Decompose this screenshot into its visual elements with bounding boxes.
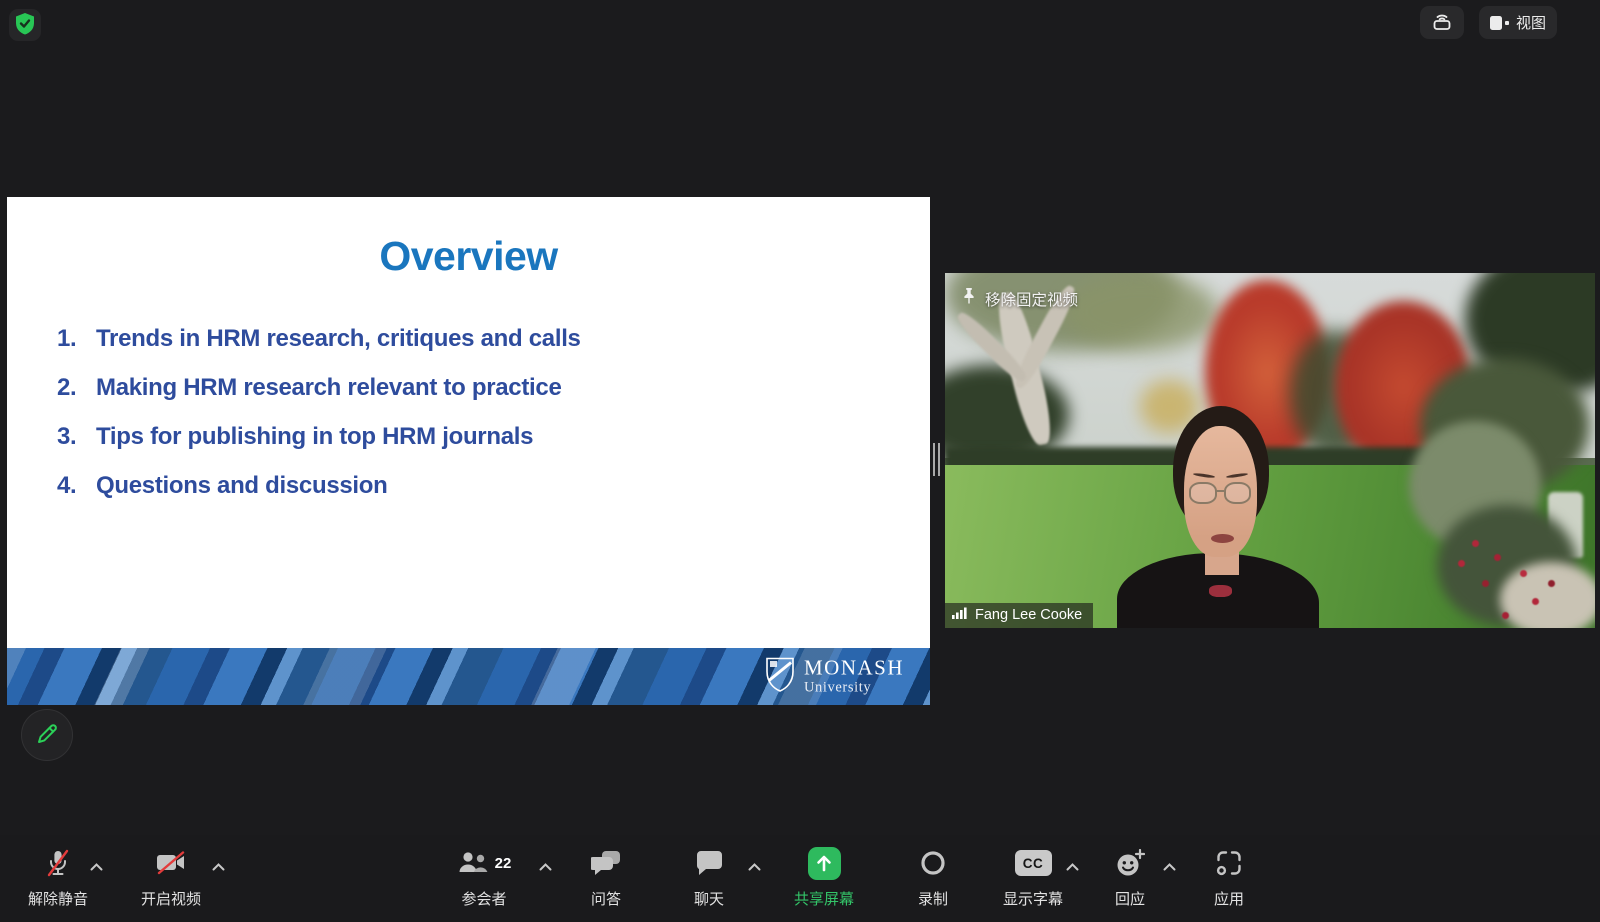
participants-label: 参会者 [461,888,506,909]
reactions-label: 回应 [1115,888,1145,909]
mute-options-chevron[interactable] [86,855,107,878]
start-video-label: 开启视频 [141,888,201,909]
reactions-icon [1115,847,1145,879]
unmute-button[interactable]: 解除静音 [18,835,98,922]
qa-button[interactable]: 问答 [567,835,645,922]
record-icon [919,847,947,879]
participants-icon [457,851,489,876]
share-screen-icon [808,847,841,880]
participant-name: Fang Lee Cooke [975,607,1082,623]
speaker-avatar [945,273,1595,628]
monash-logo-subtitle: University [804,681,904,696]
top-right-controls: 视图 [1420,6,1557,39]
slide-item: 3.Tips for publishing in top HRM journal… [7,412,930,461]
slide-item: 2.Making HRM research relevant to practi… [7,363,930,412]
signal-strength-icon [951,606,969,624]
captions-button[interactable]: CC 显示字幕 [988,835,1078,922]
share-screen-button[interactable]: 共享屏幕 [778,835,870,922]
monash-shield-icon [765,656,795,697]
monash-logo-title: MONASH [804,658,904,679]
panel-resize-handle[interactable] [933,443,943,476]
record-label: 录制 [918,888,948,909]
slide-footer-banner: MONASH University [7,648,930,705]
meeting-toolbar: 解除静音 开启视频 22 参会者 [0,835,1600,922]
captions-label: 显示字幕 [1003,888,1063,909]
chat-options-chevron[interactable] [744,855,765,878]
shield-check-icon [14,12,36,39]
annotate-button[interactable] [21,709,73,761]
cast-icon [1431,10,1453,36]
participant-name-tag: Fang Lee Cooke [945,603,1093,628]
microphone-muted-icon [45,847,71,879]
slide-title: Overview [7,233,930,280]
chat-button[interactable]: 聊天 [670,835,748,922]
cc-icon: CC [1015,850,1052,876]
pin-label-text: 移除固定视频 [985,288,1078,310]
participant-video-tile[interactable]: 移除固定视频 Fang Lee Cooke [945,273,1595,628]
slide-item: 1.Trends in HRM research, critiques and … [7,314,930,363]
reactions-button[interactable]: 回应 [1092,835,1168,922]
chat-label: 聊天 [694,888,724,909]
participants-count: 22 [495,855,512,872]
monash-logo: MONASH University [765,656,904,697]
unmute-label: 解除静音 [28,888,88,909]
apps-icon [1215,847,1243,879]
reactions-options-chevron[interactable] [1159,855,1180,878]
qa-label: 问答 [591,888,621,909]
shared-screen-slide: Overview 1.Trends in HRM research, criti… [7,197,930,705]
captions-options-chevron[interactable] [1062,855,1083,878]
view-button-label: 视图 [1516,12,1546,33]
chat-icon [696,847,723,879]
zoom-meeting-window: 视图 Overview 1.Trends in HRM research, cr… [0,0,1600,922]
share-screen-label: 共享屏幕 [794,888,854,909]
apps-label: 应用 [1214,888,1244,909]
video-feed-scene [945,273,1595,628]
pin-icon [961,287,977,310]
camera-off-icon [156,847,186,879]
slide-item: 4.Questions and discussion [7,461,930,510]
cast-button[interactable] [1420,6,1464,39]
unpin-video-button[interactable]: 移除固定视频 [961,287,1078,310]
qa-icon [591,847,621,879]
participants-options-chevron[interactable] [535,855,556,878]
pencil-icon [34,721,60,750]
view-layout-icon [1490,16,1509,30]
apps-button[interactable]: 应用 [1192,835,1266,922]
start-video-button[interactable]: 开启视频 [130,835,212,922]
slide-bullet-list: 1.Trends in HRM research, critiques and … [7,314,930,510]
record-button[interactable]: 录制 [896,835,970,922]
view-button[interactable]: 视图 [1479,6,1557,39]
video-options-chevron[interactable] [208,855,229,878]
security-button[interactable] [9,9,41,41]
participants-button[interactable]: 22 参会者 [438,835,530,922]
